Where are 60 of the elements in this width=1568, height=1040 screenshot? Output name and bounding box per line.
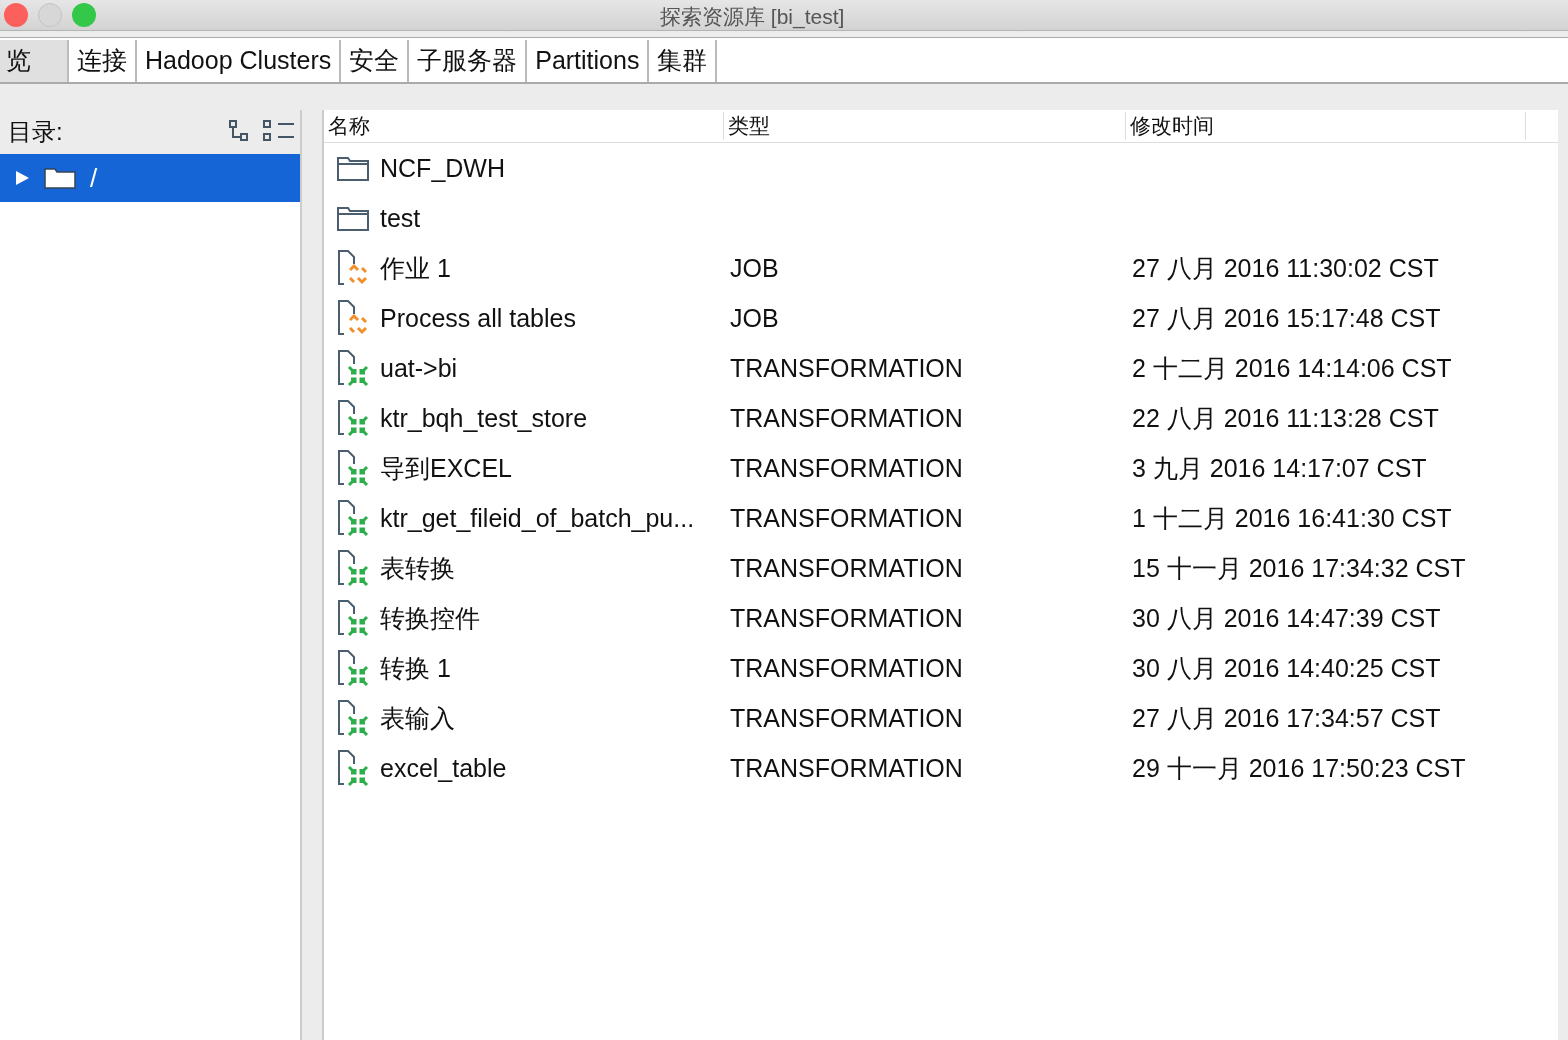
file-name[interactable]: test bbox=[380, 203, 421, 233]
file-name[interactable]: ktr_bqh_test_store bbox=[380, 403, 588, 433]
transformation-file-icon bbox=[336, 348, 370, 388]
folder-icon bbox=[336, 204, 370, 232]
file-type: TRANSFORMATION bbox=[730, 703, 963, 732]
tree-item[interactable]: / bbox=[0, 154, 300, 202]
file-name[interactable]: uat->bi bbox=[380, 353, 458, 383]
file-name[interactable]: excel_table bbox=[380, 753, 507, 783]
close-button[interactable] bbox=[4, 3, 28, 27]
file-type: TRANSFORMATION bbox=[730, 753, 963, 782]
modified-time: 27 八月 2016 17:34:57 CST bbox=[1132, 703, 1441, 732]
transformation-file-icon bbox=[336, 498, 370, 538]
modified-time: 15 十一月 2016 17:34:32 CST bbox=[1132, 553, 1466, 582]
minimize-button[interactable] bbox=[38, 3, 62, 27]
transformation-file-icon bbox=[336, 548, 370, 588]
file-name[interactable]: NCF_DWH bbox=[380, 153, 505, 183]
modified-time: 29 十一月 2016 17:50:23 CST bbox=[1132, 753, 1466, 782]
directory-label: 目录: bbox=[8, 117, 63, 147]
transformation-file-icon bbox=[336, 598, 370, 638]
file-type: TRANSFORMATION bbox=[730, 603, 963, 632]
modified-time: 30 八月 2016 14:40:25 CST bbox=[1132, 653, 1441, 682]
window-title: 探索资源库 [bi_test] bbox=[660, 4, 845, 31]
transformation-file-icon bbox=[336, 698, 370, 738]
modified-time: 30 八月 2016 14:47:39 CST bbox=[1132, 603, 1441, 632]
folder-icon bbox=[336, 154, 370, 182]
file-name[interactable]: 转换 1 bbox=[380, 651, 451, 685]
file-name[interactable]: Process all tables bbox=[380, 303, 576, 333]
transformation-file-icon bbox=[336, 748, 370, 788]
file-type: JOB bbox=[730, 253, 779, 282]
file-name[interactable]: 作业 1 bbox=[380, 251, 451, 285]
file-name[interactable]: 转换控件 bbox=[380, 601, 480, 635]
file-name[interactable]: 导到EXCEL bbox=[380, 451, 512, 485]
column-header[interactable]: 名称 bbox=[324, 112, 724, 140]
transformation-file-icon bbox=[336, 398, 370, 438]
file-type: TRANSFORMATION bbox=[730, 353, 963, 382]
modified-time: 2 十二月 2016 14:14:06 CST bbox=[1132, 353, 1452, 382]
job-file-icon bbox=[336, 248, 370, 288]
modified-time: 27 八月 2016 15:17:48 CST bbox=[1132, 303, 1441, 332]
transformation-file-icon bbox=[336, 448, 370, 488]
modified-time: 27 八月 2016 11:30:02 CST bbox=[1132, 253, 1439, 282]
file-type: TRANSFORMATION bbox=[730, 403, 963, 432]
file-type: TRANSFORMATION bbox=[730, 503, 963, 532]
file-name[interactable]: 表转换 bbox=[380, 551, 455, 585]
column-header[interactable]: 类型 bbox=[724, 112, 1126, 140]
file-type: TRANSFORMATION bbox=[730, 653, 963, 682]
column-header[interactable]: 修改时间 bbox=[1126, 112, 1526, 140]
modified-time: 22 八月 2016 11:13:28 CST bbox=[1132, 403, 1439, 432]
folder-icon bbox=[44, 167, 76, 189]
modified-time: 3 九月 2016 14:17:07 CST bbox=[1132, 453, 1427, 482]
transformation-file-icon bbox=[336, 648, 370, 688]
file-type: TRANSFORMATION bbox=[730, 553, 963, 582]
file-type: JOB bbox=[730, 303, 779, 332]
tab[interactable]: 览 bbox=[0, 40, 69, 82]
zoom-button[interactable] bbox=[72, 3, 96, 27]
file-name[interactable]: 表输入 bbox=[380, 701, 455, 735]
file-type: TRANSFORMATION bbox=[730, 453, 963, 482]
modified-time: 1 十二月 2016 16:41:30 CST bbox=[1132, 503, 1452, 532]
expand-icon[interactable] bbox=[14, 170, 30, 186]
file-name[interactable]: ktr_get_fileid_of_batch_pu... bbox=[380, 503, 695, 533]
job-file-icon bbox=[336, 298, 370, 338]
